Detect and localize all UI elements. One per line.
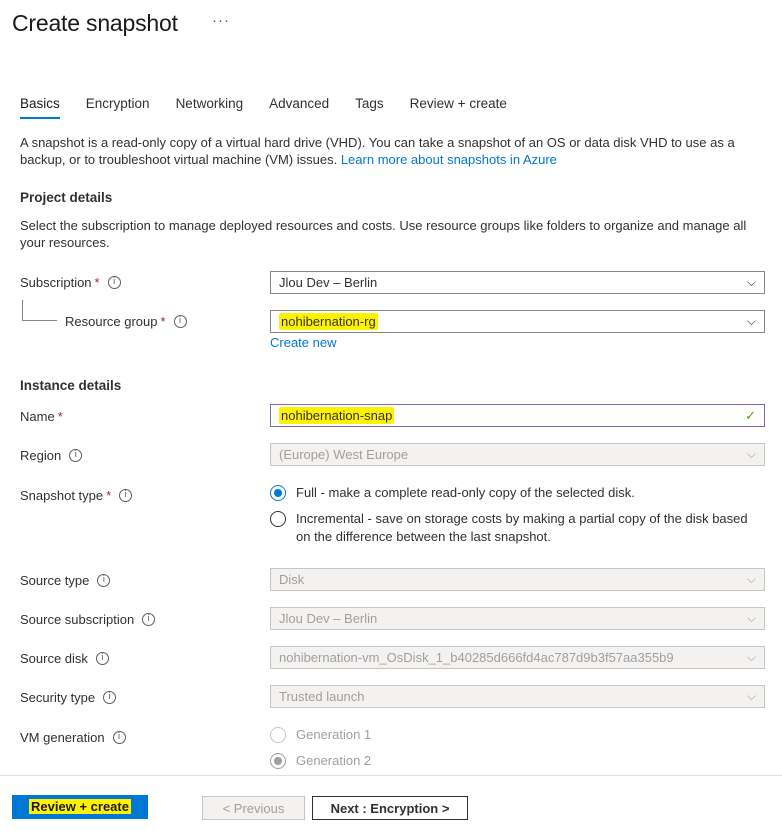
required-marker: * bbox=[160, 314, 166, 329]
tab-networking[interactable]: Networking bbox=[176, 96, 244, 119]
next-encryption-button[interactable]: Next : Encryption > bbox=[312, 796, 468, 820]
resource-group-label-row: Resource group * i bbox=[65, 314, 187, 329]
security-type-select: Trusted launch ⌵ bbox=[270, 685, 765, 708]
chevron-down-icon: ⌵ bbox=[746, 447, 756, 461]
region-value: (Europe) West Europe bbox=[279, 447, 409, 462]
region-select: (Europe) West Europe ⌵ bbox=[270, 443, 765, 466]
tab-review-create[interactable]: Review + create bbox=[410, 96, 507, 119]
security-type-label: Security type bbox=[20, 690, 96, 705]
tab-tags[interactable]: Tags bbox=[355, 96, 384, 119]
chevron-down-icon: ⌵ bbox=[746, 314, 756, 328]
source-type-label-row: Source type i bbox=[20, 573, 111, 588]
generation-2-label: Generation 2 bbox=[296, 753, 372, 768]
required-marker: * bbox=[106, 488, 112, 503]
required-marker: * bbox=[57, 409, 63, 424]
info-icon[interactable]: i bbox=[69, 449, 83, 462]
subscription-label-row: Subscription * i bbox=[20, 275, 121, 290]
generation-1-label: Generation 1 bbox=[296, 727, 372, 742]
full-option-label: Full - make a complete read-only copy of… bbox=[296, 485, 635, 500]
radio-generation-2 bbox=[270, 753, 286, 769]
info-icon[interactable]: i bbox=[97, 574, 111, 587]
source-disk-label: Source disk bbox=[20, 651, 88, 666]
vm-generation-label: VM generation bbox=[20, 730, 105, 745]
security-type-value: Trusted launch bbox=[279, 689, 365, 704]
name-input[interactable]: nohibernation-snap ✓ bbox=[270, 404, 765, 427]
source-type-value: Disk bbox=[279, 572, 305, 587]
info-icon[interactable]: i bbox=[95, 652, 109, 665]
page-title: Create snapshot bbox=[12, 10, 178, 36]
security-type-label-row: Security type i bbox=[20, 690, 117, 705]
vm-generation-label-row: VM generation i bbox=[20, 730, 126, 745]
source-subscription-label: Source subscription bbox=[20, 612, 135, 627]
source-subscription-label-row: Source subscription i bbox=[20, 612, 156, 627]
info-icon[interactable]: i bbox=[142, 613, 156, 626]
tab-advanced[interactable]: Advanced bbox=[269, 96, 329, 119]
snapshot-type-label-row: Snapshot type * i bbox=[20, 488, 133, 503]
name-label-row: Name * bbox=[20, 409, 63, 424]
resource-group-label: Resource group bbox=[65, 314, 158, 329]
subscription-value: Jlou Dev – Berlin bbox=[279, 275, 378, 290]
source-disk-select: nohibernation-vm_OsDisk_1_b40285d666fd4a… bbox=[270, 646, 765, 669]
footer-divider bbox=[0, 775, 782, 776]
project-details-heading: Project details bbox=[20, 190, 113, 205]
snapshot-type-label: Snapshot type bbox=[20, 488, 104, 503]
learn-more-link[interactable]: Learn more about snapshots in Azure bbox=[341, 152, 557, 167]
name-label: Name bbox=[20, 409, 55, 424]
source-subscription-select: Jlou Dev – Berlin ⌵ bbox=[270, 607, 765, 630]
source-type-label: Source type bbox=[20, 573, 90, 588]
review-create-button[interactable]: Review + create bbox=[12, 795, 148, 819]
info-icon[interactable]: i bbox=[112, 731, 126, 744]
instance-details-heading: Instance details bbox=[20, 378, 122, 393]
tab-basics[interactable]: Basics bbox=[20, 96, 60, 119]
required-marker: * bbox=[94, 275, 100, 290]
subscription-select[interactable]: Jlou Dev – Berlin ⌵ bbox=[270, 271, 765, 294]
tab-bar: Basics Encryption Networking Advanced Ta… bbox=[20, 96, 533, 119]
source-disk-label-row: Source disk i bbox=[20, 651, 109, 666]
radio-generation-1 bbox=[270, 727, 286, 743]
info-icon[interactable]: i bbox=[173, 315, 187, 328]
subscription-label: Subscription bbox=[20, 275, 92, 290]
source-disk-value: nohibernation-vm_OsDisk_1_b40285d666fd4a… bbox=[279, 650, 674, 665]
source-type-select: Disk ⌵ bbox=[270, 568, 765, 591]
resource-group-select[interactable]: nohibernation-rg ⌵ bbox=[270, 310, 765, 333]
review-create-label: Review + create bbox=[29, 799, 131, 814]
source-subscription-value: Jlou Dev – Berlin bbox=[279, 611, 378, 626]
info-icon[interactable]: i bbox=[119, 489, 133, 502]
check-icon: ✓ bbox=[745, 408, 756, 423]
radio-incremental[interactable] bbox=[270, 511, 286, 527]
radio-full[interactable] bbox=[270, 485, 286, 501]
chevron-down-icon: ⌵ bbox=[746, 572, 756, 586]
chevron-down-icon: ⌵ bbox=[746, 275, 756, 289]
snapshot-type-full-option[interactable]: Full - make a complete read-only copy of… bbox=[270, 484, 760, 502]
vm-generation-1-option: Generation 1 bbox=[270, 726, 760, 744]
snapshot-type-incremental-option[interactable]: Incremental - save on storage costs by m… bbox=[270, 510, 760, 546]
info-icon[interactable]: i bbox=[107, 276, 121, 289]
create-new-link[interactable]: Create new bbox=[270, 335, 336, 350]
previous-button: < Previous bbox=[202, 796, 305, 820]
more-options-icon[interactable]: ··· bbox=[212, 12, 230, 29]
chevron-down-icon: ⌵ bbox=[746, 689, 756, 703]
chevron-down-icon: ⌵ bbox=[746, 650, 756, 664]
region-label: Region bbox=[20, 448, 62, 463]
region-label-row: Region i bbox=[20, 448, 83, 463]
chevron-down-icon: ⌵ bbox=[746, 611, 756, 625]
name-value: nohibernation-snap bbox=[279, 407, 395, 424]
intro-description: A snapshot is a read-only copy of a virt… bbox=[20, 134, 760, 168]
incremental-option-label: Incremental - save on storage costs by m… bbox=[296, 511, 748, 544]
tree-connector bbox=[22, 300, 57, 321]
info-icon[interactable]: i bbox=[103, 691, 117, 704]
project-details-description: Select the subscription to manage deploy… bbox=[20, 218, 747, 250]
resource-group-value: nohibernation-rg bbox=[279, 313, 378, 330]
tab-encryption[interactable]: Encryption bbox=[86, 96, 150, 119]
vm-generation-2-option: Generation 2 bbox=[270, 752, 760, 770]
